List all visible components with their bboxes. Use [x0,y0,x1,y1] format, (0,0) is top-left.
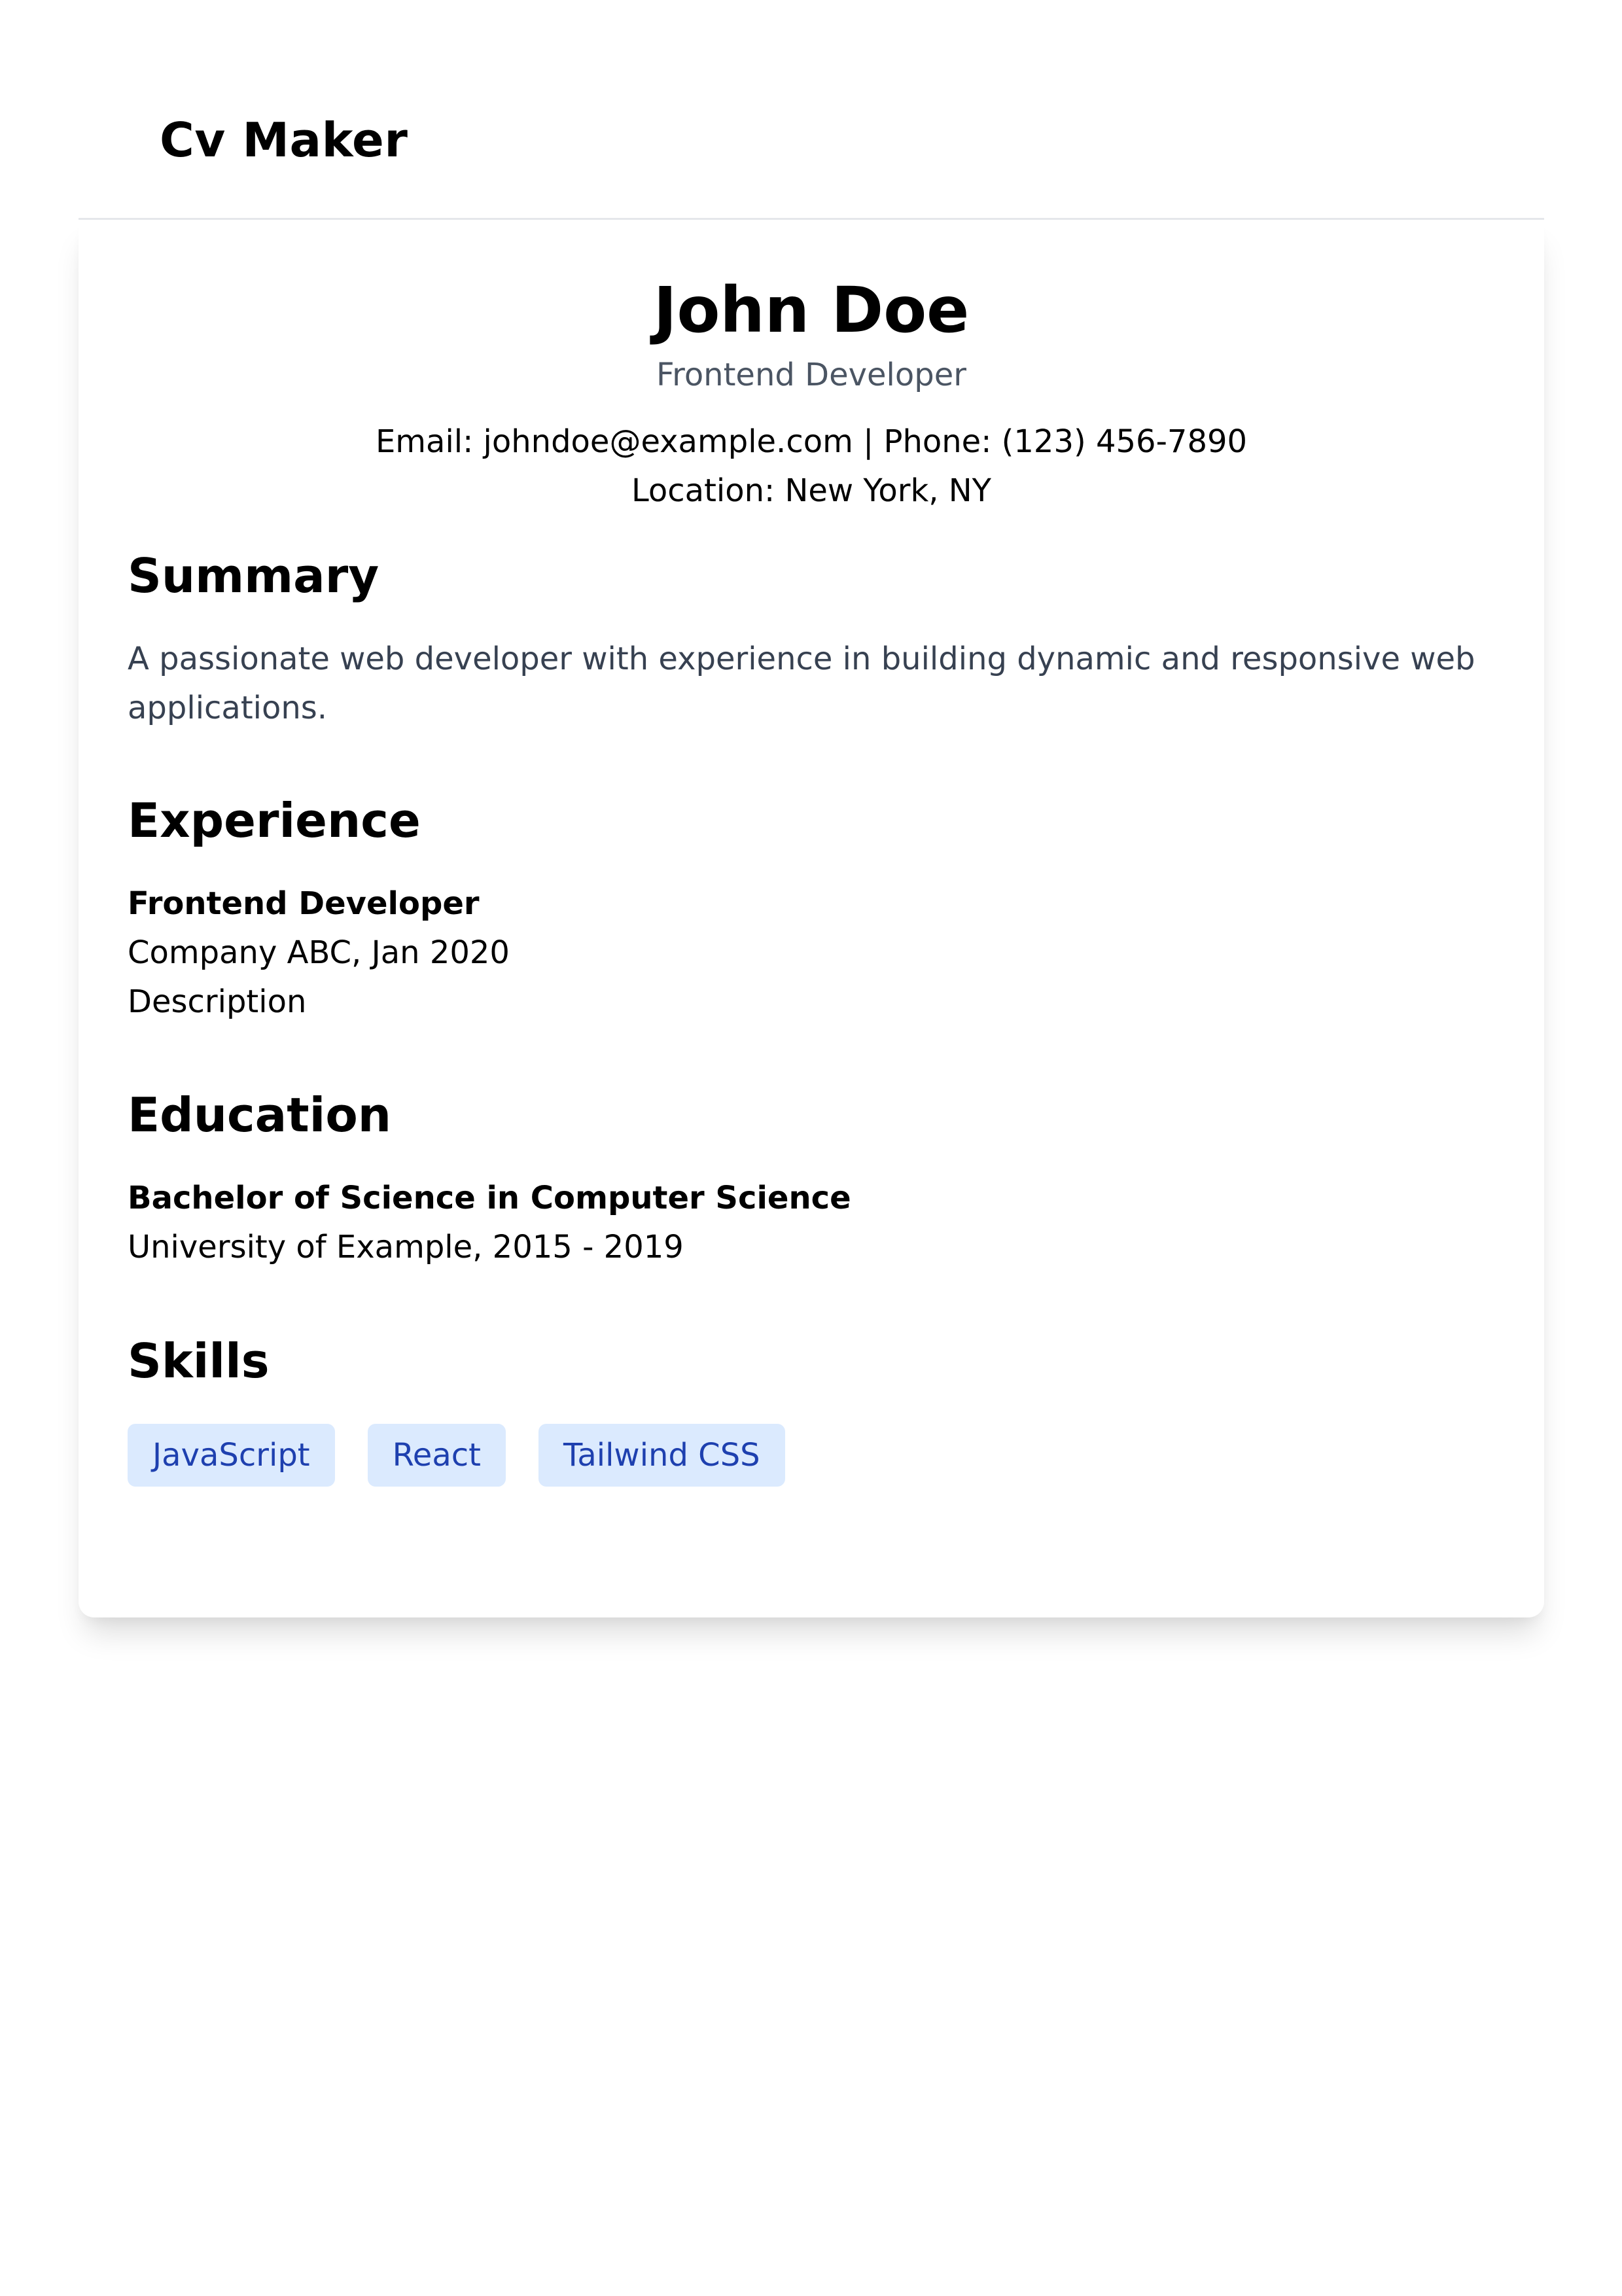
education-section: Education Bachelor of Science in Compute… [128,1084,1495,1272]
experience-heading: Experience [128,793,421,848]
skills-list: JavaScript React Tailwind CSS [128,1424,1495,1487]
skill-tag: JavaScript [128,1424,335,1487]
skills-heading: Skills [128,1333,270,1388]
experience-entry: Frontend Developer Company ABC, Jan 2020… [128,879,1495,1027]
experience-section: Experience Frontend Developer Company AB… [128,789,1495,1027]
experience-role: Frontend Developer [128,885,480,922]
education-school-dates: University of Example, 2015 - 2019 [128,1229,684,1265]
education-heading: Education [128,1087,392,1142]
education-degree: Bachelor of Science in Computer Science [128,1180,851,1216]
experience-description: Description [128,983,307,1020]
skill-tag: React [367,1424,506,1487]
cv-preview-card: John Doe Frontend Developer Email: johnd… [79,220,1544,1617]
skills-section: Skills JavaScript React Tailwind CSS [128,1330,1495,1487]
app-header: Cv Maker [79,0,1544,220]
summary-heading: Summary [128,548,379,603]
skill-tag: Tailwind CSS [538,1424,785,1487]
education-entry: Bachelor of Science in Computer Science … [128,1174,1495,1272]
cv-header: John Doe Frontend Developer Email: johnd… [79,271,1544,516]
app-title: Cv Maker [160,113,408,168]
cv-name: John Doe [653,274,970,347]
experience-company-date: Company ABC, Jan 2020 [128,934,510,971]
summary-text: A passionate web developer with experien… [128,641,1475,726]
cv-location-line: Location: New York, NY [631,472,991,509]
summary-section: Summary A passionate web developer with … [128,544,1495,733]
cv-contact-line: Email: johndoe@example.com | Phone: (123… [375,423,1248,460]
cv-contact-info: Email: johndoe@example.com | Phone: (123… [79,417,1544,516]
cv-job-title: Frontend Developer [656,357,966,393]
